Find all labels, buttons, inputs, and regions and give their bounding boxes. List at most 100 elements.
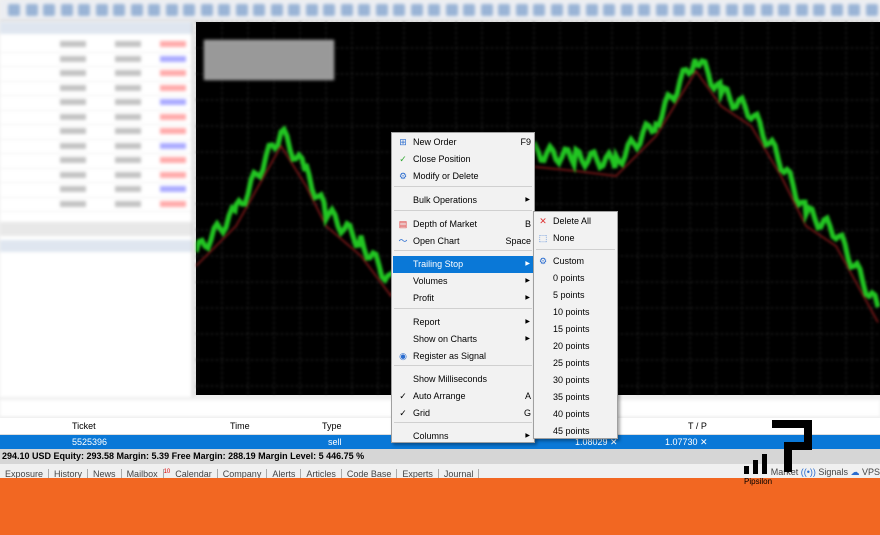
menu-item-open-chart[interactable]: 〜 Open Chart Space xyxy=(393,233,533,250)
toolbar-button[interactable] xyxy=(358,4,370,16)
menu-item-depth-of-market[interactable]: ▤ Depth of Market B xyxy=(393,216,533,233)
market-watch-row[interactable] xyxy=(0,53,192,67)
toolbar-button[interactable] xyxy=(550,4,563,16)
toolbar-button[interactable] xyxy=(533,4,545,16)
submenu-item-40-points[interactable]: 40 points xyxy=(535,406,616,423)
toolbar-button[interactable] xyxy=(78,4,90,16)
toolbar-button[interactable] xyxy=(690,4,703,16)
market-watch-row[interactable] xyxy=(0,140,192,154)
menu-item-volumes[interactable]: Volumes ▶ xyxy=(393,273,533,290)
market-watch-row[interactable] xyxy=(0,96,192,111)
col-time[interactable]: Time xyxy=(230,421,250,431)
submenu-item-custom[interactable]: ⚙ Custom xyxy=(535,253,616,270)
toolbar-button[interactable] xyxy=(778,4,790,16)
toolbar-button[interactable] xyxy=(708,4,720,16)
toolbar-button[interactable] xyxy=(515,4,528,16)
toolbar-button[interactable] xyxy=(865,4,878,16)
toolbar-button[interactable] xyxy=(183,4,195,16)
menu-item-report[interactable]: Report ▶ xyxy=(393,314,533,331)
market-watch-row[interactable] xyxy=(0,82,192,96)
menu-item-trailing-stop[interactable]: Trailing Stop ▶ xyxy=(393,256,533,273)
trailing-stop-submenu: ✕ Delete All ⬚ None ⚙ Custom 0 points 5 points 1… xyxy=(533,211,618,439)
toolbar-button[interactable] xyxy=(620,4,633,16)
menu-item-modify-or-delete[interactable]: ⚙ Modify or Delete xyxy=(393,168,533,185)
submenu-item-35-points[interactable]: 35 points xyxy=(535,389,616,406)
tab-signals[interactable]: Signals xyxy=(818,467,848,477)
toolbar-button[interactable] xyxy=(8,4,20,16)
toolbar-button[interactable] xyxy=(585,4,598,16)
submenu-item-25-points[interactable]: 25 points xyxy=(535,355,616,372)
toolbar-button[interactable] xyxy=(848,4,860,16)
toolbar-button[interactable] xyxy=(743,4,755,16)
submenu-item-10-points[interactable]: 10 points xyxy=(535,304,616,321)
market-watch-row[interactable] xyxy=(0,38,192,53)
toolbar-button[interactable] xyxy=(25,4,38,16)
toolbar-button[interactable] xyxy=(568,4,580,16)
submenu-item-5-points[interactable]: 5 points xyxy=(535,287,616,304)
toolbar-button[interactable] xyxy=(673,4,685,16)
toolbar-button[interactable] xyxy=(655,4,668,16)
menu-item-bulk-operations[interactable]: Bulk Operations ▶ xyxy=(393,192,533,209)
toolbar-button[interactable] xyxy=(323,4,335,16)
market-watch-row[interactable] xyxy=(0,125,192,140)
toolbar-button[interactable] xyxy=(113,4,125,16)
one-click-trading-panel[interactable] xyxy=(204,40,334,80)
market-watch-row[interactable] xyxy=(0,169,192,183)
toolbar-button[interactable] xyxy=(445,4,458,16)
submenu-item-20-points[interactable]: 20 points xyxy=(535,338,616,355)
col-ticket[interactable]: Ticket xyxy=(72,421,96,431)
market-watch-row[interactable] xyxy=(0,183,192,198)
clear-tp-icon[interactable]: ✕ xyxy=(700,437,708,448)
toolbar-button[interactable] xyxy=(428,4,440,16)
market-watch-row[interactable] xyxy=(0,67,192,82)
toolbar-button[interactable] xyxy=(165,4,178,16)
toolbar-button[interactable] xyxy=(725,4,738,16)
menu-item-show-milliseconds[interactable]: Show Milliseconds xyxy=(393,371,533,388)
toolbar-button[interactable] xyxy=(463,4,475,16)
menu-item-auto-arrange[interactable]: ✓ Auto Arrange A xyxy=(393,388,533,405)
submenu-item-delete-all[interactable]: ✕ Delete All xyxy=(535,213,616,230)
tab-vps[interactable]: VPS xyxy=(862,467,880,477)
toolbar-button[interactable] xyxy=(830,4,843,16)
toolbar-button[interactable] xyxy=(305,4,318,16)
submenu-item-0-points[interactable]: 0 points xyxy=(535,270,616,287)
toolbar-button[interactable] xyxy=(603,4,615,16)
toolbar-button[interactable] xyxy=(43,4,55,16)
submenu-item-45-points[interactable]: 45 points xyxy=(535,423,616,440)
toolbar-button[interactable] xyxy=(270,4,283,16)
toolbar-button[interactable] xyxy=(393,4,405,16)
toolbar-button[interactable] xyxy=(795,4,808,16)
toolbar-button[interactable] xyxy=(235,4,248,16)
menu-item-grid[interactable]: ✓ Grid G xyxy=(393,405,533,422)
toolbar-button[interactable] xyxy=(760,4,773,16)
menu-item-close-position[interactable]: ✓ Close Position xyxy=(393,151,533,168)
menu-item-columns[interactable]: Columns ▶ xyxy=(393,428,533,445)
toolbar-button[interactable] xyxy=(638,4,650,16)
market-watch-row[interactable] xyxy=(0,154,192,169)
toolbar-button[interactable] xyxy=(480,4,493,16)
toolbar-button[interactable] xyxy=(498,4,510,16)
toolbar-button[interactable] xyxy=(218,4,230,16)
menu-item-register-as-signal[interactable]: ◉ Register as Signal xyxy=(393,348,533,365)
toolbar-button[interactable] xyxy=(95,4,108,16)
toolbar-button[interactable] xyxy=(410,4,423,16)
menu-item-show-on-charts[interactable]: Show on Charts ▶ xyxy=(393,331,533,348)
market-watch-row[interactable] xyxy=(0,111,192,125)
toolbar-button[interactable] xyxy=(375,4,388,16)
toolbar-button[interactable] xyxy=(130,4,143,16)
toolbar-button[interactable] xyxy=(253,4,265,16)
menu-item-profit[interactable]: Profit ▶ xyxy=(393,290,533,307)
col-type[interactable]: Type xyxy=(322,421,342,431)
toolbar-button[interactable] xyxy=(60,4,73,16)
toolbar-button[interactable] xyxy=(148,4,160,16)
submenu-item-30-points[interactable]: 30 points xyxy=(535,372,616,389)
col-tp[interactable]: T / P xyxy=(688,421,707,431)
market-watch-row[interactable] xyxy=(0,198,192,212)
submenu-item-none[interactable]: ⬚ None xyxy=(535,230,616,247)
toolbar-button[interactable] xyxy=(340,4,353,16)
submenu-item-15-points[interactable]: 15 points xyxy=(535,321,616,338)
menu-item-new-order[interactable]: ⊞ New Order F9 xyxy=(393,134,533,151)
toolbar-button[interactable] xyxy=(813,4,825,16)
toolbar-button[interactable] xyxy=(200,4,213,16)
toolbar-button[interactable] xyxy=(288,4,300,16)
